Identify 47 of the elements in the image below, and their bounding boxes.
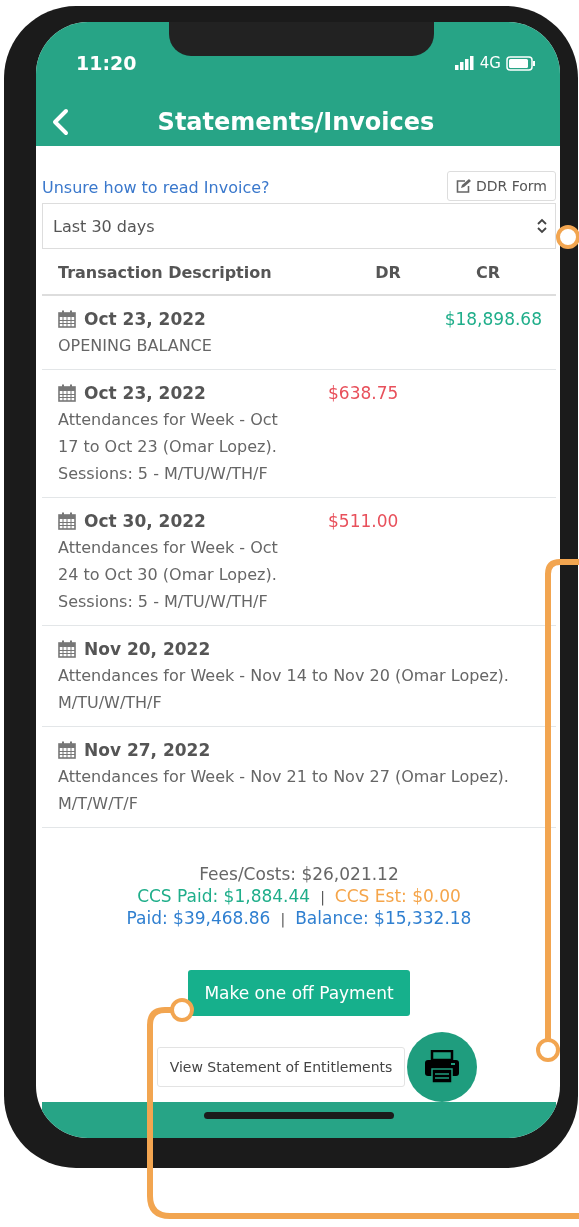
credit-amount: $18,898.68 (444, 309, 542, 329)
transaction-date: Oct 23, 2022 (84, 383, 206, 403)
printer-icon (424, 1050, 461, 1084)
status-time: 11:20 (76, 52, 137, 74)
separator: | (280, 911, 286, 927)
transaction-date: Oct 23, 2022 (84, 309, 206, 329)
transaction-date: Nov 20, 2022 (84, 639, 211, 659)
calendar-icon (58, 384, 76, 402)
transaction-date: Nov 27, 2022 (84, 740, 211, 760)
help-link[interactable]: Unsure how to read Invoice? (42, 178, 270, 201)
debit-amount: $638.75 (328, 383, 399, 403)
transaction-description: 17 to Oct 23 (Omar Lopez). (58, 436, 278, 458)
calendar-icon (58, 310, 76, 328)
updown-icon (537, 218, 547, 234)
calendar-icon (58, 640, 76, 658)
transaction-date: Oct 30, 2022 (84, 511, 206, 531)
column-header: CR (474, 263, 502, 282)
period-select[interactable]: Last 30 days (42, 203, 556, 249)
transaction-description: OPENING BALANCE (58, 335, 213, 357)
debit-amount: $511.00 (328, 511, 399, 531)
transaction-description: M/T/W/T/F (58, 793, 139, 815)
transaction-description: M/TU/W/TH/F (58, 692, 163, 714)
summary-text: Fees/Costs: $26,021.12 (199, 864, 399, 884)
calendar-icon (58, 741, 76, 759)
battery-icon (506, 55, 536, 71)
page-title: Statements/Invoices (156, 108, 436, 136)
transaction-description: Sessions: 5 - M/TU/W/TH/F (58, 463, 269, 485)
summary-text: Balance: $15,332.18 (295, 908, 472, 928)
transaction-description: Attendances for Week - Oct (58, 537, 279, 559)
back-icon[interactable] (50, 108, 70, 136)
calendar-icon (58, 512, 76, 530)
summary-text: Paid: $39,468.86 (126, 908, 271, 928)
transaction-description: Sessions: 5 - M/TU/W/TH/F (58, 591, 269, 613)
separator: | (320, 889, 325, 905)
summary-text: CCS Est: $0.00 (334, 886, 461, 906)
network-label: 4G (479, 54, 501, 72)
summary-text: CCS Paid: $1,884.44 (137, 886, 311, 906)
transaction-description: 24 to Oct 30 (Omar Lopez). (58, 564, 278, 586)
signal-icon (454, 56, 475, 70)
column-header: Transaction Description (58, 263, 273, 282)
entitlements-button[interactable]: View Statement of Entitlements (156, 1047, 406, 1087)
column-header: DR (374, 263, 402, 282)
ddr-form-button[interactable]: DDR Form (447, 171, 556, 201)
transaction-description: Attendances for Week - Nov 21 to Nov 27 (Omar Lopez). (58, 766, 510, 788)
edit-icon (456, 179, 471, 193)
transaction-description: Attendances for Week - Oct (58, 409, 279, 431)
transaction-description: Attendances for Week - Nov 14 to Nov 20 (Omar Lopez). (58, 665, 510, 687)
